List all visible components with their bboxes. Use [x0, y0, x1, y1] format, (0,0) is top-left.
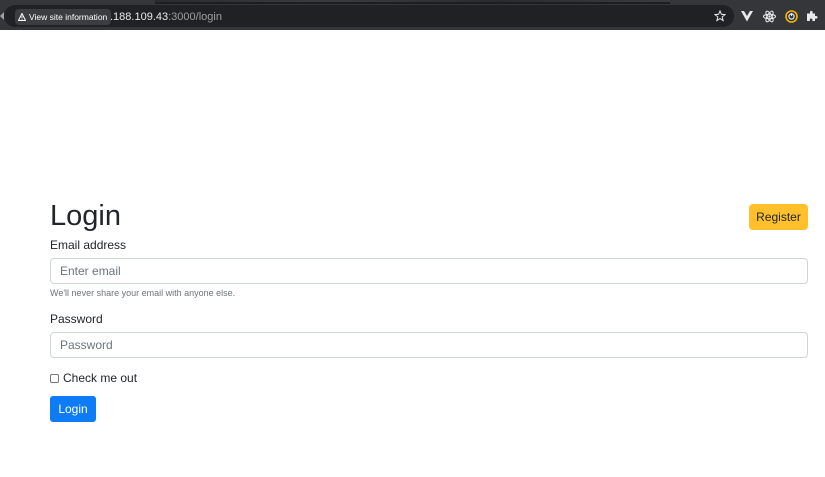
email-label: Email address	[50, 238, 127, 252]
login-button[interactable]: Login	[50, 396, 96, 422]
email-input[interactable]	[50, 258, 808, 284]
browser-toolbar: View site information .188.109.43:3000/l…	[0, 0, 825, 30]
email-help-text: We'll never share your email with anyone…	[50, 288, 236, 298]
site-info-label: View site information	[29, 12, 108, 22]
remember-me-label[interactable]: Check me out	[63, 370, 137, 386]
url-text[interactable]: .188.109.43:3000/login	[110, 10, 222, 24]
remember-me-row[interactable]: Check me out	[50, 370, 137, 386]
page-title: Login	[50, 200, 121, 232]
password-input[interactable]	[50, 332, 808, 358]
site-info-button[interactable]: View site information	[15, 9, 112, 25]
url-path: :3000/login	[168, 11, 222, 23]
page-body: Login Register Email address We'll never…	[0, 30, 825, 477]
password-label: Password	[50, 312, 103, 326]
not-secure-icon	[18, 13, 26, 21]
remember-me-checkbox[interactable]	[50, 373, 59, 383]
register-button[interactable]: Register	[749, 204, 808, 230]
star-icon[interactable]	[713, 9, 727, 23]
react-devtools-icon[interactable]	[762, 9, 776, 23]
extension-circle-icon[interactable]	[784, 9, 798, 23]
tab-strip	[155, 0, 670, 4]
extensions-puzzle-icon[interactable]	[805, 9, 819, 23]
url-host: .188.109.43	[110, 11, 169, 23]
vue-devtools-icon[interactable]	[740, 9, 754, 23]
